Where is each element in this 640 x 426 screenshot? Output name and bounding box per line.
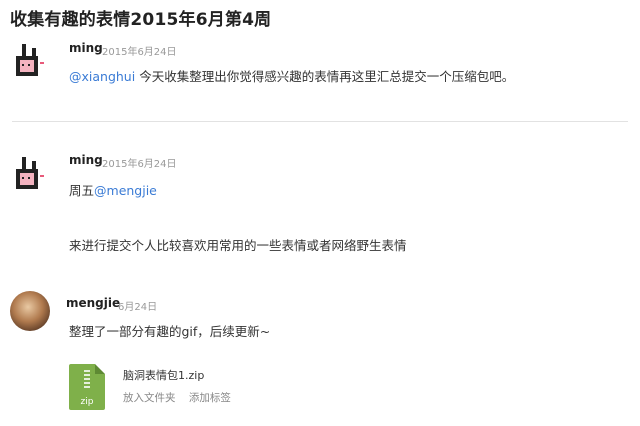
- post-message: 来进行提交个人比较喜欢用常用的一些表情或者网络野生表情: [69, 235, 407, 254]
- post-date: 6月24日: [118, 302, 158, 313]
- attachment-actions: 放入文件夹 添加标签: [123, 390, 241, 405]
- post-divider: [12, 121, 628, 122]
- message-text: 整理了一部分有趣的gif，后续更新~: [69, 324, 271, 339]
- zip-file-icon[interactable]: zip: [69, 364, 105, 410]
- pixel-hand-icon[interactable]: [10, 42, 48, 80]
- post-author[interactable]: ming: [69, 41, 103, 55]
- post-date: 2015年6月24日: [102, 47, 177, 58]
- add-to-folder-button[interactable]: 放入文件夹: [123, 392, 176, 404]
- avatar[interactable]: [10, 291, 50, 331]
- page-title: 收集有趣的表情2015年6月第4周: [10, 10, 272, 30]
- mention-link[interactable]: @xianghui: [69, 69, 135, 84]
- message-text: 来进行提交个人比较喜欢用常用的一些表情或者网络野生表情: [69, 238, 407, 253]
- add-tag-button[interactable]: 添加标签: [189, 392, 231, 404]
- page-fold: [95, 364, 105, 374]
- zip-icon-label: zip: [80, 397, 94, 407]
- post-author[interactable]: ming: [69, 153, 103, 167]
- zipper-graphic: [84, 370, 90, 388]
- mention-link[interactable]: @mengjie: [94, 183, 157, 198]
- message-text: 今天收集整理出你觉得感兴趣的表情再这里汇总提交一个压缩包吧。: [135, 69, 515, 84]
- message-text: 周五: [69, 183, 95, 198]
- post-date: 2015年6月24日: [102, 159, 177, 170]
- pixel-hand-icon[interactable]: [10, 155, 48, 193]
- post-message: 周五@mengjie: [69, 180, 157, 199]
- post-author[interactable]: mengjie: [66, 296, 120, 310]
- post-message: @xianghui 今天收集整理出你觉得感兴趣的表情再这里汇总提交一个压缩包吧。: [69, 66, 514, 85]
- attachment-name[interactable]: 脑洞表情包1.zip: [123, 367, 204, 383]
- post-message: 整理了一部分有趣的gif，后续更新~: [69, 321, 270, 340]
